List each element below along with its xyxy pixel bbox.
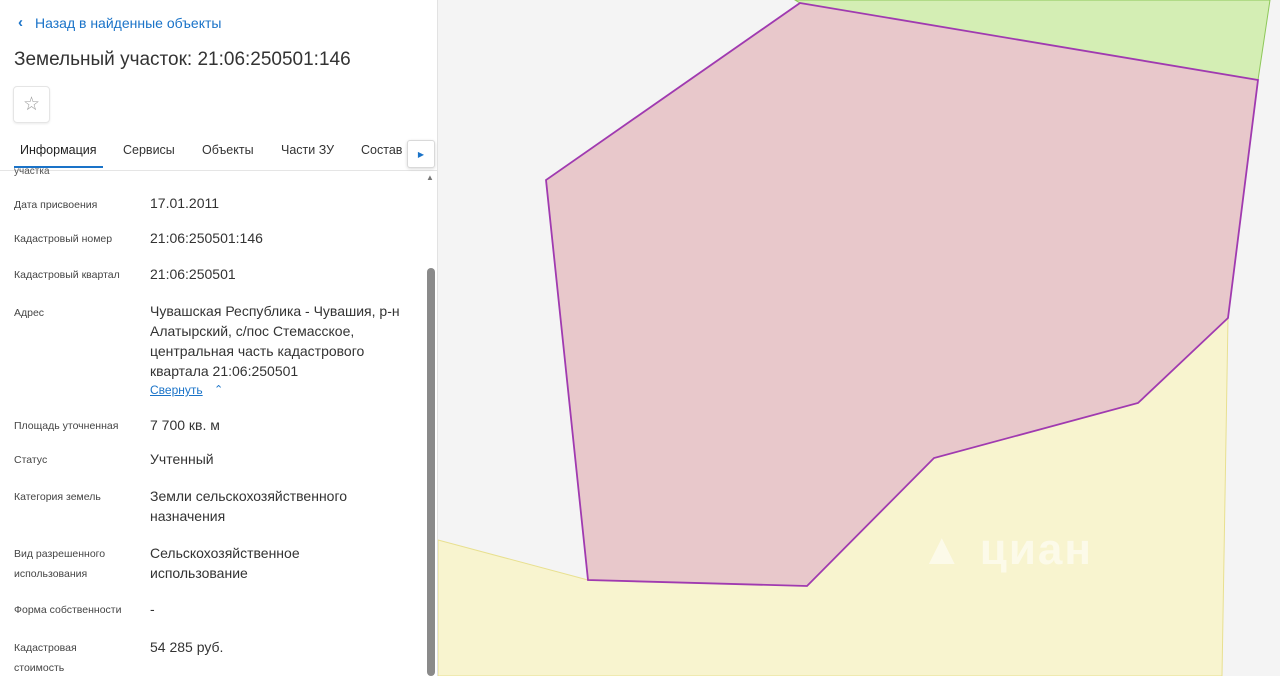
tabs-next-button[interactable]: ▶: [407, 140, 435, 168]
cost-value: 54 285 руб.: [150, 639, 224, 655]
scroll-up-arrow-icon[interactable]: ▲: [426, 173, 434, 182]
category-value: Земли сельскохозяйственного назначения: [150, 488, 348, 524]
date-value: 17.01.2011: [150, 195, 220, 211]
area-value: 7 700 кв. м: [150, 417, 220, 433]
info-panel: ‹ Назад в найденные объекты Земельный уч…: [0, 0, 438, 676]
ownership-label: Форма собственности: [14, 604, 122, 616]
date-label: Дата присвоения: [14, 199, 98, 211]
area-label: Площадь уточненная: [14, 420, 119, 432]
caret-right-icon: ▶: [417, 149, 425, 159]
status-label: Статус: [14, 454, 48, 466]
page-title: Земельный участок: 21:06:250501:146: [14, 49, 351, 70]
address-label: Адрес: [14, 307, 45, 319]
chevron-left-icon: ‹: [18, 14, 23, 31]
tab-composition[interactable]: Состав: [361, 143, 402, 157]
chevron-up-icon[interactable]: ⌃: [214, 383, 223, 396]
quarter-label: Кадастровый квартал: [14, 269, 120, 281]
tab-services[interactable]: Сервисы: [123, 143, 175, 157]
star-icon[interactable]: ☆: [13, 86, 50, 123]
quarter-value: 21:06:250501: [150, 266, 236, 282]
tab-bar: Информация Сервисы Объекты Части ЗУ Сост…: [0, 132, 437, 171]
ownership-value: -: [150, 601, 155, 617]
cad-num-label: Кадастровый номер: [14, 233, 113, 245]
watermark-logo: ▲ циан: [920, 525, 1093, 574]
status-value: Учтенный: [150, 451, 214, 467]
address-value: Чувашская Республика - Чувашия, р-н Алат…: [150, 303, 400, 379]
back-label: Назад в найденные объекты: [35, 14, 222, 31]
map-canvas[interactable]: [438, 0, 1280, 676]
tab-objects[interactable]: Объекты: [202, 143, 254, 157]
cost-label: Кадастровая стоимость: [14, 642, 77, 674]
collapse-link[interactable]: Свернуть: [150, 383, 203, 397]
back-link[interactable]: ‹ Назад в найденные объекты: [18, 14, 221, 31]
category-label: Категория земель: [14, 491, 101, 503]
watermark-sublogo: [960, 595, 967, 611]
usage-label: Вид разрешенного использования: [14, 548, 106, 580]
cad-num-value: 21:06:250501:146: [150, 230, 263, 246]
cut-off-label: участка: [14, 166, 50, 177]
tab-info[interactable]: Информация: [20, 143, 97, 157]
tab-parts[interactable]: Части ЗУ: [281, 143, 334, 157]
scrollbar-thumb[interactable]: [427, 268, 435, 676]
usage-value: Сельскохозяйственное использование: [150, 545, 300, 581]
